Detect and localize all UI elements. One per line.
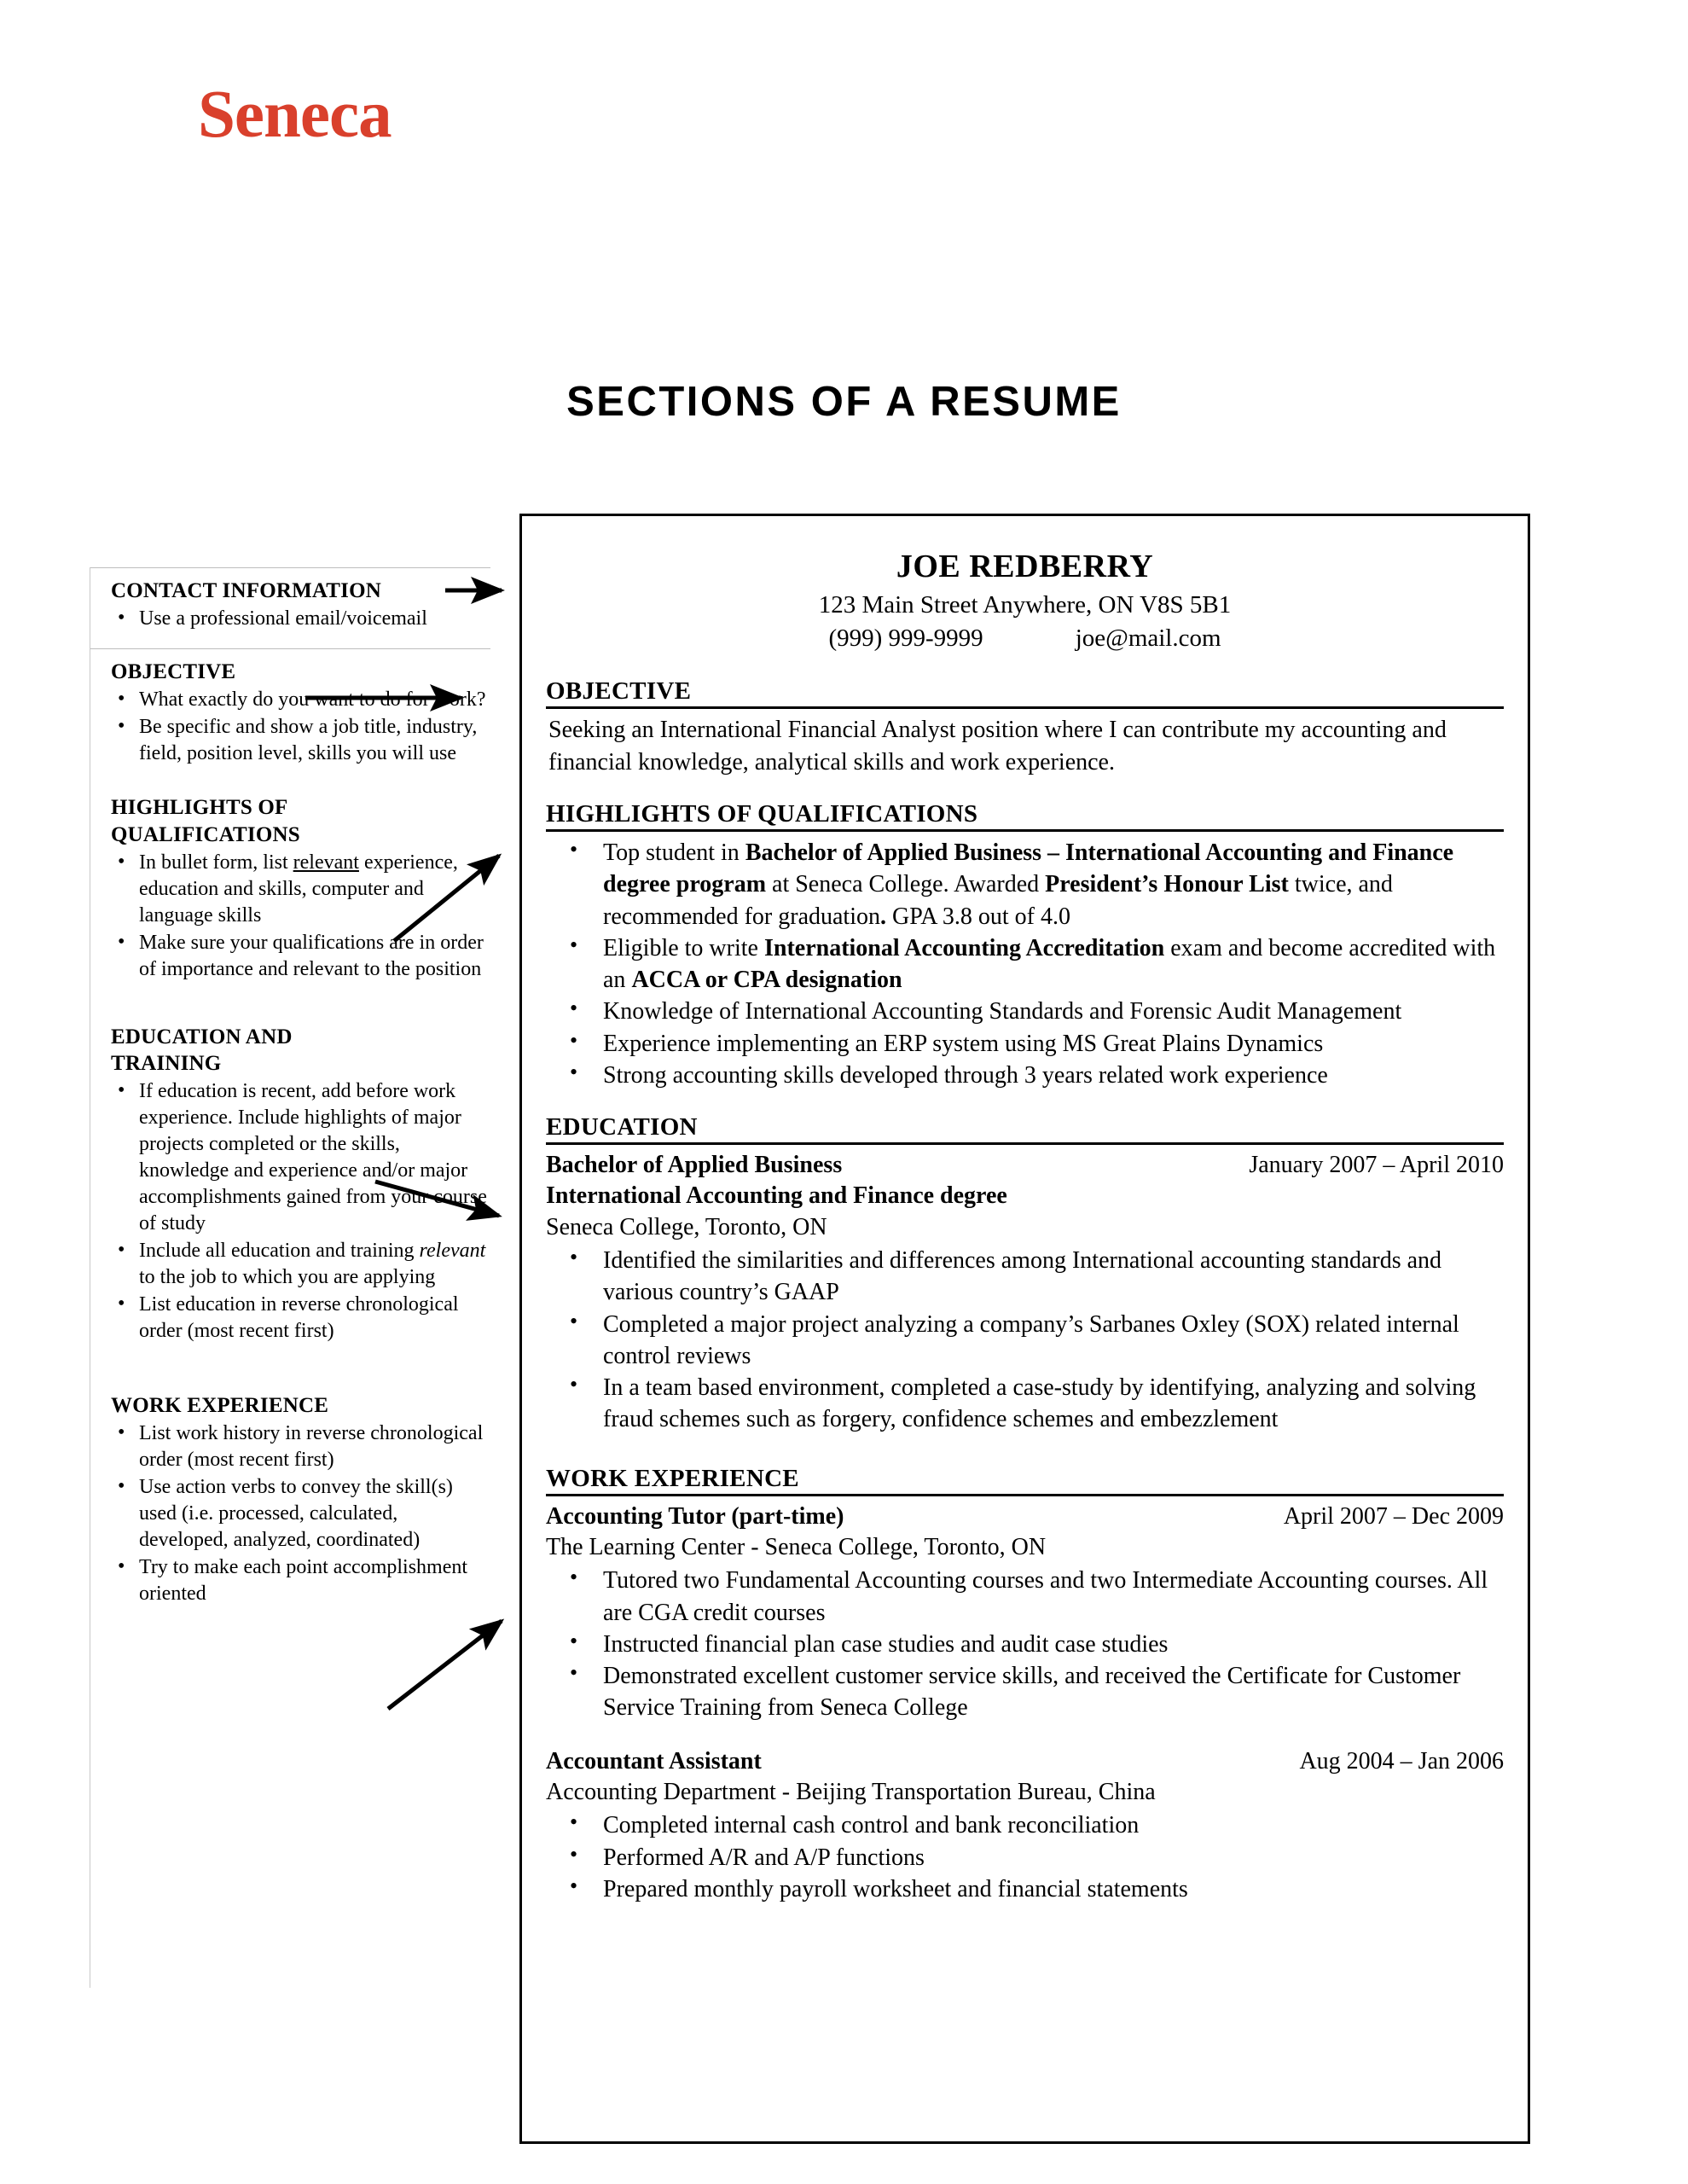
list-item: Eligible to write International Accounti…	[546, 931, 1504, 996]
list-item: Include all education and training relev…	[111, 1237, 490, 1291]
divider	[546, 829, 1504, 833]
divider	[546, 1493, 1504, 1496]
list-item: Demonstrated excellent customer service …	[546, 1658, 1504, 1723]
divider	[90, 567, 490, 568]
annotation-bullets: What exactly do you want to do for work?…	[111, 686, 490, 767]
annotation-heading: EDUCATION AND TRAINING	[111, 1025, 293, 1075]
list-item: List education in reverse chronological …	[111, 1291, 490, 1345]
list-item: Be specific and show a job title, indust…	[111, 713, 490, 767]
job-dates: Aug 2004 – Jan 2006	[1299, 1747, 1504, 1774]
annotation-objective: OBJECTIVE What exactly do you want to do…	[90, 659, 490, 767]
job-employer: Accounting Department - Beijing Transpor…	[546, 1778, 1156, 1805]
education-degree-row: Bachelor of Applied Business January 200…	[546, 1150, 1504, 1181]
education-program: International Accounting and Finance deg…	[546, 1182, 1007, 1210]
list-item: Prepared monthly payroll worksheet and f…	[546, 1872, 1504, 1905]
list-item: Instructed financial plan case studies a…	[546, 1627, 1504, 1660]
resume-phone: (999) 999-9999	[828, 624, 983, 653]
page-title: SECTIONS OF A RESUME	[566, 379, 1122, 425]
annotation-bullets: List work history in reverse chronologic…	[111, 1420, 490, 1607]
annotation-contact-information: CONTACT INFORMATION Use a professional e…	[90, 578, 490, 632]
job-employer: The Learning Center - Seneca College, To…	[546, 1533, 1047, 1560]
list-item: Make sure your qualifications are in ord…	[111, 929, 490, 983]
list-item: What exactly do you want to do for work?	[111, 686, 490, 713]
resume-name: JOE REDBERRY	[896, 549, 1154, 584]
job-title: Accountant Assistant	[546, 1747, 762, 1774]
annotation-column: CONTACT INFORMATION Use a professional e…	[90, 567, 490, 1608]
list-item: In a team based environment, completed a…	[546, 1370, 1504, 1435]
list-item: Completed internal cash control and bank…	[546, 1808, 1504, 1841]
education-bullets: Identified the similarities and differen…	[546, 1243, 1504, 1435]
section-heading-highlights: HIGHLIGHTS OF QUALIFICATIONS	[546, 800, 978, 828]
list-item: List work history in reverse chronologic…	[111, 1420, 490, 1473]
job-bullets: Completed internal cash control and bank…	[546, 1808, 1504, 1905]
list-item: Knowledge of International Accounting St…	[546, 994, 1504, 1027]
list-item: Strong accounting skills developed throu…	[546, 1058, 1504, 1091]
annotation-bullets: Use a professional email/voicemail	[111, 605, 490, 632]
list-item: Top student in Bachelor of Applied Busin…	[546, 835, 1504, 932]
job-title-row: Accounting Tutor (part-time) April 2007 …	[546, 1502, 1504, 1532]
job-title-row: Accountant Assistant Aug 2004 – Jan 2006	[546, 1746, 1504, 1777]
divider	[546, 706, 1504, 710]
list-item: Tutored two Fundamental Accounting cours…	[546, 1563, 1504, 1628]
resume-address: 123 Main Street Anywhere, ON V8S 5B1	[818, 590, 1232, 619]
divider	[546, 1141, 1504, 1145]
annotation-heading: CONTACT INFORMATION	[111, 579, 382, 602]
job-dates: April 2007 – Dec 2009	[1283, 1502, 1504, 1530]
list-item: Performed A/R and A/P functions	[546, 1840, 1504, 1873]
job-title: Accounting Tutor (part-time)	[546, 1502, 844, 1530]
education-dates: January 2007 – April 2010	[1249, 1151, 1504, 1178]
list-item: If education is recent, add before work …	[111, 1077, 490, 1237]
annotation-bullets: In bullet form, list relevant experience…	[111, 849, 490, 983]
resume-email: joe@mail.com	[1075, 624, 1221, 653]
job-bullets: Tutored two Fundamental Accounting cours…	[546, 1563, 1504, 1723]
job-entry: Accounting Tutor (part-time) April 2007 …	[546, 1502, 1504, 1724]
annotation-highlights-of-qualifications: HIGHLIGHTS OFQUALIFICATIONS In bullet fo…	[90, 794, 490, 982]
list-item: Completed a major project analyzing a co…	[546, 1307, 1504, 1372]
arrow-work-experience	[386, 1618, 505, 1711]
list-item: Use a professional email/voicemail	[111, 605, 490, 632]
highlights-bullets: Top student in Bachelor of Applied Busin…	[546, 835, 1504, 1091]
section-heading-work-experience: WORK EXPERIENCE	[546, 1464, 799, 1492]
list-item: In bullet form, list relevant experience…	[111, 849, 490, 929]
seneca-logo: Seneca	[198, 78, 392, 152]
section-heading-objective: OBJECTIVE	[546, 677, 692, 706]
section-heading-education: EDUCATION	[546, 1112, 698, 1141]
list-item: Use action verbs to convey the skill(s) …	[111, 1473, 490, 1554]
job-entry: Accountant Assistant Aug 2004 – Jan 2006…	[546, 1746, 1504, 1905]
education-school: Seneca College, Toronto, ON	[546, 1213, 827, 1240]
annotation-heading: OBJECTIVE	[111, 660, 236, 684]
annotation-work-experience: WORK EXPERIENCE List work history in rev…	[90, 1392, 490, 1607]
annotation-bullets: If education is recent, add before work …	[111, 1077, 490, 1345]
list-item: Identified the similarities and differen…	[546, 1243, 1504, 1308]
annotation-education-and-training: EDUCATION ANDTRAINING If education is re…	[90, 1024, 490, 1345]
objective-text: Seeking an International Financial Analy…	[548, 717, 1447, 775]
list-item: Try to make each point accomplishment or…	[111, 1554, 490, 1607]
education-degree: Bachelor of Applied Business	[546, 1151, 843, 1178]
divider	[90, 648, 490, 650]
resume-contact-line: (999) 999-9999 joe@mail.com	[546, 623, 1504, 655]
annotation-heading: WORK EXPERIENCE	[111, 1393, 329, 1417]
resume-document: JOE REDBERRY 123 Main Street Anywhere, O…	[519, 514, 1530, 2144]
annotation-heading: HIGHLIGHTS OF QUALIFICATIONS	[111, 796, 300, 846]
list-item: Experience implementing an ERP system us…	[546, 1025, 1504, 1060]
